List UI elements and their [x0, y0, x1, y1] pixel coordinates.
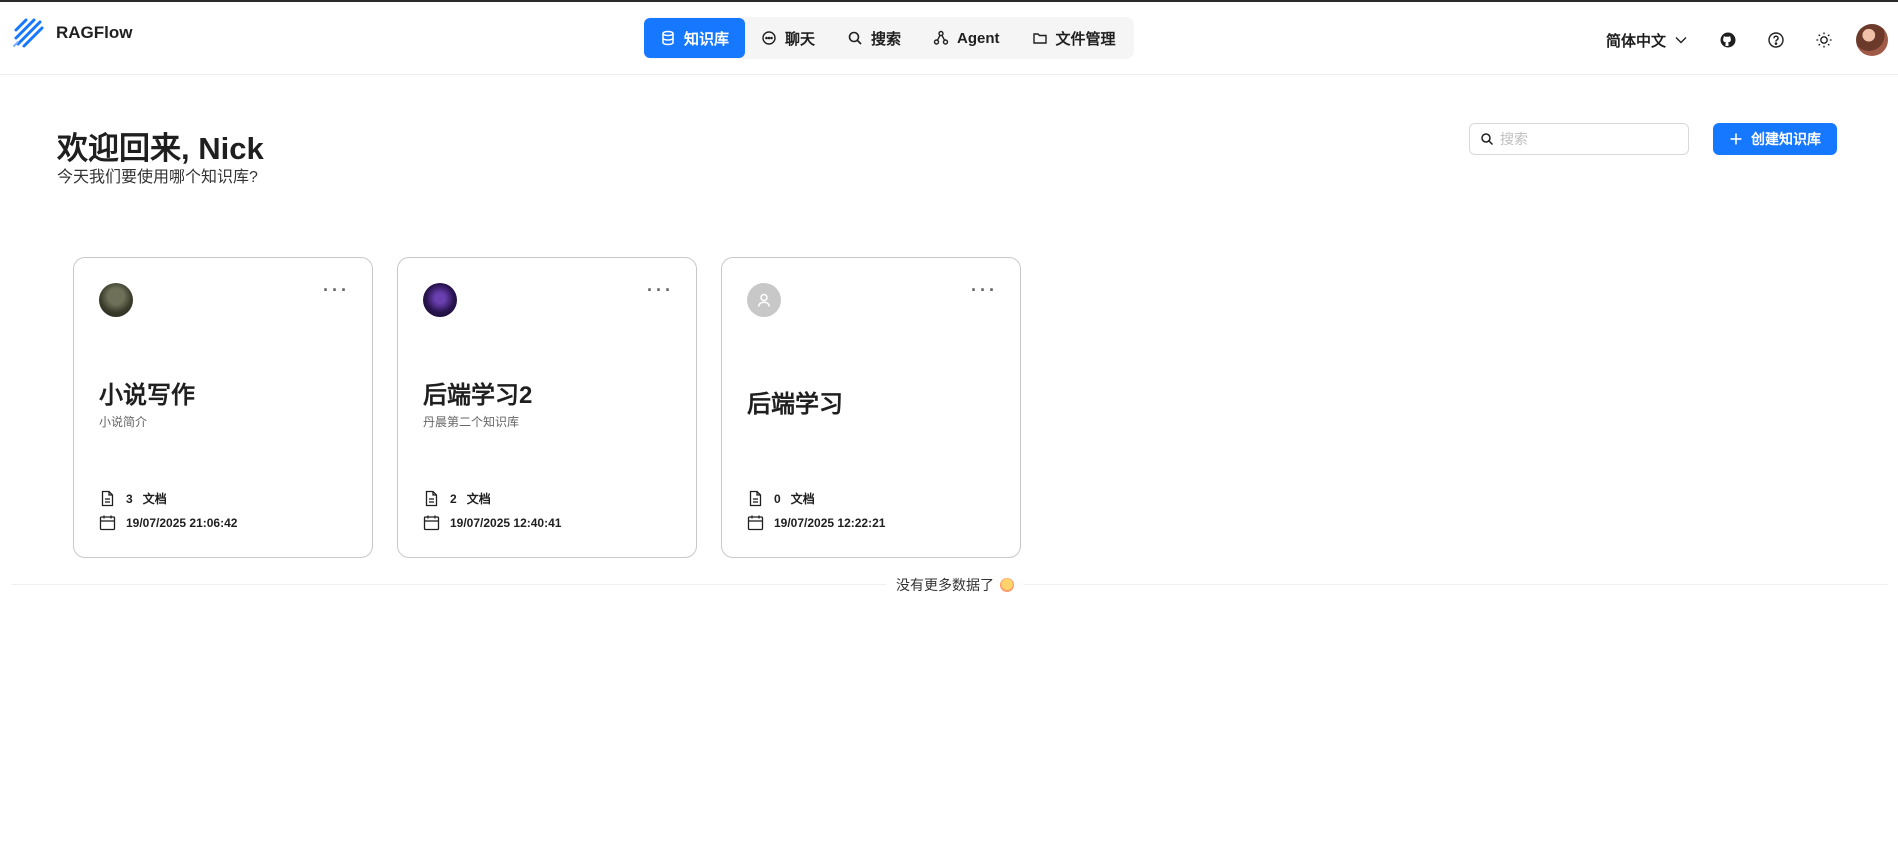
nav-label: 聊天	[785, 30, 816, 48]
plus-icon	[1730, 133, 1742, 145]
knowledge-base-title: 后端学习2	[423, 382, 533, 409]
calendar-icon	[99, 515, 116, 531]
welcome-subtitle: 今天我们要使用哪个知识库?	[57, 169, 258, 186]
github-icon	[1720, 32, 1736, 48]
created-date-value: 19/07/2025 12:22:21	[774, 515, 886, 530]
database-icon	[662, 30, 674, 46]
app-logo[interactable]: RAGFlow	[12, 16, 133, 50]
more-options-icon[interactable]: ···	[647, 280, 674, 301]
document-count: 0 文档	[747, 490, 815, 507]
search-input[interactable]	[1500, 131, 1680, 147]
nav-chat[interactable]: 聊天	[745, 18, 831, 58]
nav-agent[interactable]: Agent	[917, 18, 1016, 58]
main-nav: 知识库 聊天 搜索 Agent 文件管理	[644, 17, 1134, 59]
chat-bubble-icon	[762, 31, 776, 45]
language-label: 简体中文	[1605, 32, 1666, 50]
sun-icon	[1816, 32, 1832, 48]
document-icon	[749, 490, 762, 507]
smiley-emoji-icon	[1000, 578, 1014, 592]
created-date-value: 19/07/2025 12:40:41	[450, 515, 562, 530]
folder-icon	[1032, 33, 1047, 44]
create-button-label: 创建知识库	[1751, 131, 1821, 147]
ragflow-logo-icon	[13, 18, 44, 48]
calendar-icon	[747, 515, 764, 531]
nav-knowledge-base[interactable]: 知识库	[644, 18, 746, 58]
document-count: 2 文档	[423, 490, 491, 507]
knowledge-base-description: 丹晨第二个知识库	[423, 415, 520, 429]
nav-label: 文件管理	[1055, 30, 1116, 48]
document-count-label: 文档	[466, 492, 491, 506]
agent-graph-icon	[933, 30, 949, 45]
document-count: 3 文档	[99, 490, 167, 507]
knowledge-base-list: ··· 小说写作 小说简介 3 文档 19/07/2025 21:06:42 ·…	[73, 257, 1021, 558]
welcome-heading: 欢迎回来, Nick	[57, 131, 264, 166]
document-count-value: 0	[774, 491, 781, 506]
created-date: 19/07/2025 12:40:41	[423, 514, 561, 531]
help-icon	[1768, 32, 1784, 48]
user-avatar[interactable]	[1856, 24, 1888, 56]
document-icon	[425, 490, 438, 507]
header-tools: 简体中文	[1606, 20, 1898, 60]
app-name: RAGFlow	[56, 23, 133, 42]
top-navigation-bar: RAGFlow 知识库 聊天 搜索 Agent 文件管理 简体中文	[0, 0, 1898, 75]
knowledge-base-avatar	[99, 283, 133, 317]
more-options-icon[interactable]: ···	[971, 280, 998, 301]
nav-search[interactable]: 搜索	[831, 18, 917, 58]
knowledge-base-card[interactable]: ··· 后端学习 0 文档 19/07/2025 12:22:21	[721, 257, 1021, 558]
created-date: 19/07/2025 21:06:42	[99, 514, 237, 531]
nav-label: 知识库	[684, 30, 730, 48]
knowledge-base-title: 后端学习	[747, 391, 843, 418]
github-button[interactable]	[1712, 24, 1744, 56]
end-of-list-divider: 没有更多数据了	[12, 574, 1888, 595]
create-knowledge-base-button[interactable]: 创建知识库	[1713, 123, 1837, 155]
document-icon	[101, 490, 114, 507]
language-selector[interactable]: 简体中文	[1606, 30, 1688, 51]
document-count-value: 2	[450, 491, 457, 506]
theme-toggle-button[interactable]	[1808, 24, 1840, 56]
knowledge-base-avatar	[747, 283, 781, 317]
search-icon	[1481, 133, 1494, 146]
document-count-value: 3	[126, 491, 133, 506]
created-date-value: 19/07/2025 21:06:42	[126, 515, 238, 530]
knowledge-base-avatar	[423, 283, 457, 317]
no-more-data-text: 没有更多数据了	[896, 577, 994, 593]
knowledge-base-title: 小说写作	[99, 382, 195, 409]
document-count-label: 文档	[142, 492, 167, 506]
document-count-label: 文档	[790, 492, 815, 506]
nav-label: 搜索	[871, 30, 902, 48]
knowledge-base-description: 小说简介	[99, 415, 148, 429]
calendar-icon	[423, 515, 440, 531]
more-options-icon[interactable]: ···	[323, 280, 350, 301]
search-icon	[848, 31, 862, 45]
knowledge-base-card[interactable]: ··· 后端学习2 丹晨第二个知识库 2 文档 19/07/2025 12:40…	[397, 257, 697, 558]
knowledge-base-card[interactable]: ··· 小说写作 小说简介 3 文档 19/07/2025 21:06:42	[73, 257, 373, 558]
no-more-data-message: 没有更多数据了	[886, 575, 1024, 595]
help-button[interactable]	[1760, 24, 1792, 56]
user-placeholder-icon	[757, 293, 771, 307]
nav-label: Agent	[957, 29, 1000, 47]
created-date: 19/07/2025 12:22:21	[747, 514, 885, 531]
chevron-down-icon	[1675, 37, 1687, 44]
knowledge-search-box[interactable]	[1469, 123, 1689, 155]
nav-file-management[interactable]: 文件管理	[1016, 18, 1132, 58]
